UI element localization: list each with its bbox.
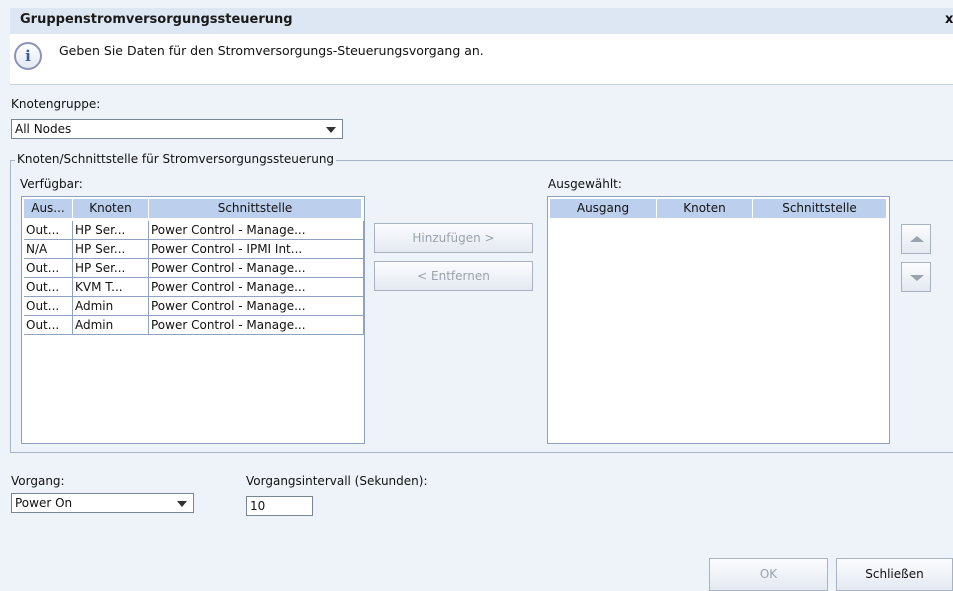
table-cell: N/A: [24, 240, 73, 259]
interval-value: 10: [250, 499, 266, 513]
table-cell: HP Ser...: [73, 259, 149, 278]
arrow-up-icon: [910, 236, 924, 242]
node-group-label: Knotengruppe:: [11, 97, 101, 111]
info-icon: i: [14, 42, 42, 70]
table-cell: Admin: [73, 316, 149, 335]
move-down-button[interactable]: [901, 262, 931, 292]
chevron-down-icon: [177, 501, 187, 507]
node-group-select[interactable]: All Nodes: [11, 119, 343, 139]
column-header-interface[interactable]: Schnittstelle: [149, 199, 362, 218]
available-label: Verfügbar:: [20, 177, 83, 191]
table-cell: Out...: [24, 278, 73, 297]
remove-button[interactable]: < Entfernen: [374, 261, 533, 291]
table-cell: Power Control - Manage...: [149, 259, 364, 278]
table-cell: Power Control - Manage...: [149, 316, 364, 335]
column-header-outlet[interactable]: Ausgang: [550, 199, 657, 218]
close-button[interactable]: Schließen: [836, 558, 953, 591]
selected-table[interactable]: Ausgang Knoten Schnittstelle: [547, 196, 890, 444]
groupbox-legend: Knoten/Schnittstelle für Stromversorgung…: [15, 152, 337, 166]
operation-label: Vorgang:: [11, 474, 65, 488]
info-text: Geben Sie Daten für den Stromversorgungs…: [59, 43, 484, 58]
add-button[interactable]: Hinzufügen >: [374, 223, 533, 253]
close-icon[interactable]: x: [945, 12, 953, 27]
column-header-interface[interactable]: Schnittstelle: [753, 199, 887, 218]
ok-button[interactable]: OK: [709, 558, 828, 591]
operation-value: Power On: [15, 496, 73, 510]
move-up-button[interactable]: [901, 224, 931, 254]
interval-label: Vorgangsintervall (Sekunden):: [246, 474, 428, 488]
arrow-down-icon: [910, 275, 924, 281]
column-header-outlet[interactable]: Aus...: [24, 199, 73, 218]
table-cell: HP Ser...: [73, 240, 149, 259]
node-group-value: All Nodes: [15, 122, 72, 136]
available-table[interactable]: Aus... Knoten Schnittstelle Out... HP Se…: [21, 196, 365, 444]
table-cell: HP Ser...: [73, 221, 149, 240]
operation-select[interactable]: Power On: [11, 493, 194, 513]
column-header-node[interactable]: Knoten: [657, 199, 753, 218]
table-cell: Out...: [24, 221, 73, 240]
selected-label: Ausgewählt:: [548, 177, 622, 191]
table-cell: Out...: [24, 297, 73, 316]
table-cell: Power Control - Manage...: [149, 221, 364, 240]
table-cell: Admin: [73, 297, 149, 316]
interval-input[interactable]: 10: [246, 496, 313, 516]
table-cell: Out...: [24, 316, 73, 335]
column-header-node[interactable]: Knoten: [73, 199, 149, 218]
table-cell: Power Control - IPMI Int...: [149, 240, 364, 259]
chevron-down-icon: [326, 127, 336, 133]
table-cell: KVM T...: [73, 278, 149, 297]
table-cell: Power Control - Manage...: [149, 297, 364, 316]
table-cell: Out...: [24, 259, 73, 278]
table-cell: Power Control - Manage...: [149, 278, 364, 297]
info-banner: [10, 34, 953, 85]
dialog-title: Gruppenstromversorgungssteuerung: [20, 12, 293, 27]
